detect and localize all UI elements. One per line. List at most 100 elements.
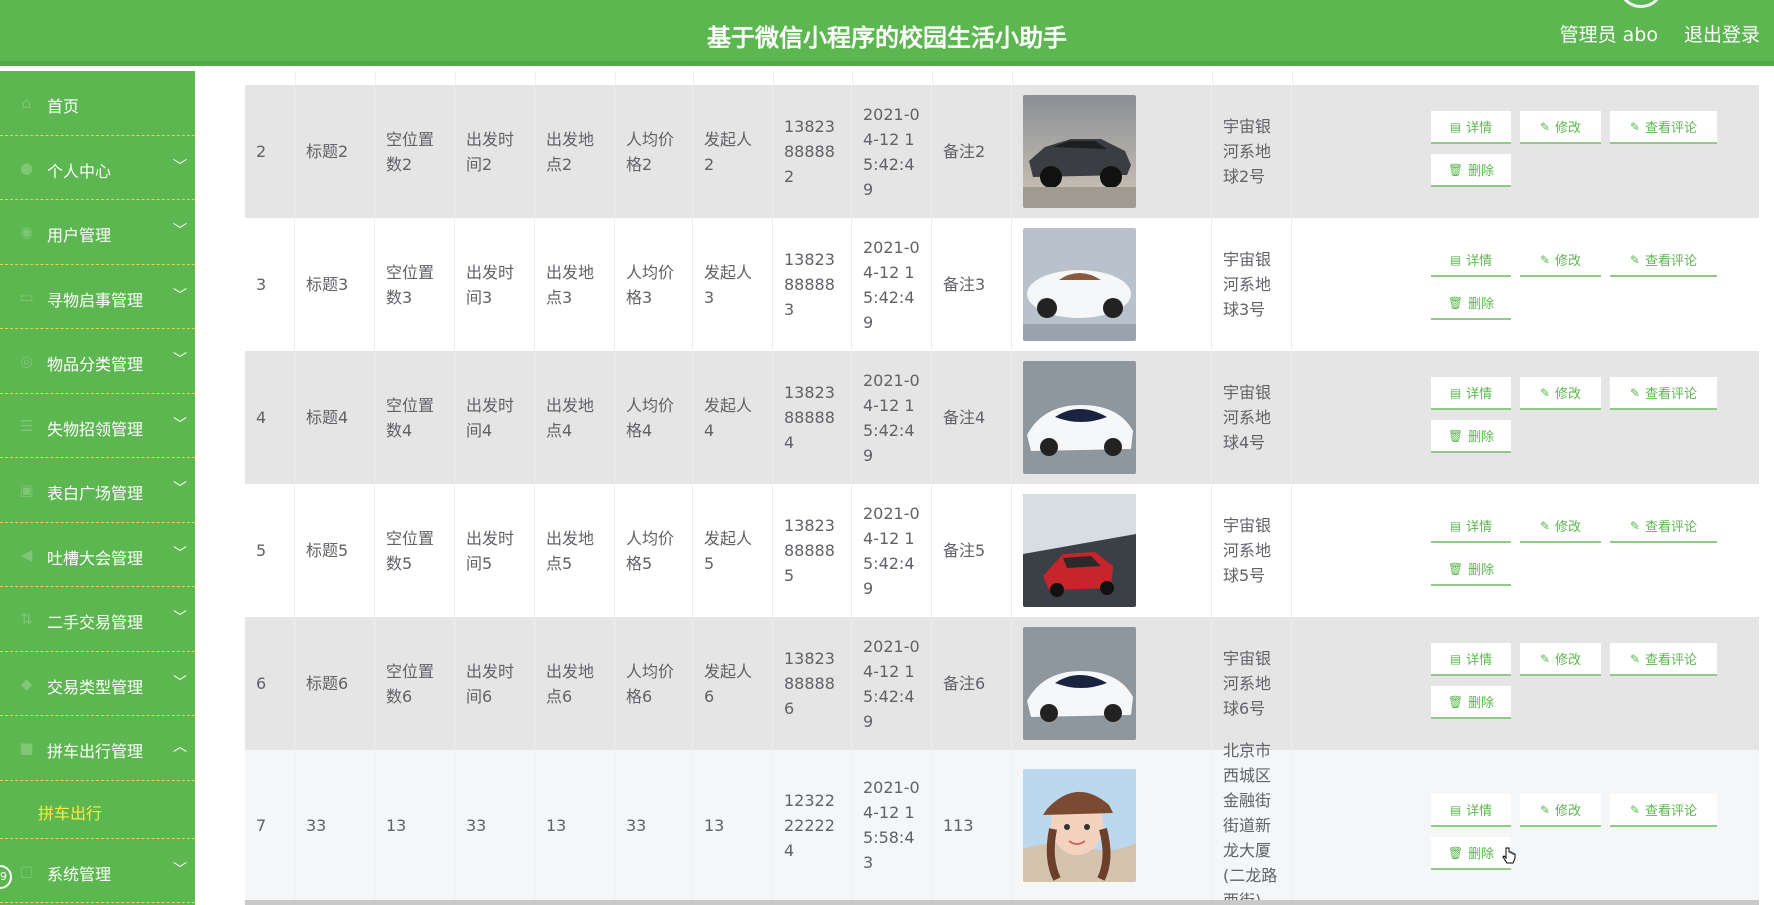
cell-text: 发起人6 bbox=[704, 661, 753, 706]
cell-text: 出发地点2 bbox=[546, 129, 595, 174]
cell-text: 5 bbox=[256, 541, 267, 560]
table-cell-phone: 13823888884 bbox=[773, 351, 852, 484]
table-row: 3 标题3 空位置数3 出发时间3 出发地点3 人均价格3 发起人3 13823888883 2… bbox=[245, 218, 1759, 351]
detail-button[interactable]: ▤ 详情 bbox=[1431, 377, 1511, 410]
table-cell-phone: 13823888885 bbox=[773, 484, 852, 617]
sidebar-item-label: 系统管理 bbox=[47, 864, 112, 884]
delete-button[interactable]: 🗑 删除 bbox=[1431, 837, 1511, 870]
cell-text: 3 bbox=[256, 275, 267, 294]
edit-button[interactable]: ✎ 修改 bbox=[1520, 510, 1601, 543]
car-thumbnail[interactable] bbox=[1023, 768, 1136, 882]
delete-button[interactable]: 🗑 删除 bbox=[1431, 420, 1511, 453]
table-cell-time: 33 bbox=[455, 750, 535, 900]
document-icon: ▤ bbox=[1449, 518, 1462, 533]
view-comments-button[interactable]: ✎ 查看评论 bbox=[1610, 643, 1717, 676]
view-comments-button[interactable]: ✎ 查看评论 bbox=[1610, 377, 1717, 410]
cell-text: 4 bbox=[256, 408, 267, 427]
users-icon: ◉ bbox=[19, 223, 34, 241]
sidebar-item[interactable]: ⇅ 二手交易管理 ﹀ bbox=[0, 587, 195, 652]
table-cell-title: 标题6 bbox=[295, 617, 375, 750]
sidebar-item[interactable]: ▣ 表白广场管理 ﹀ bbox=[0, 458, 195, 523]
cell-text: 发起人5 bbox=[704, 528, 753, 573]
table-cell-address: 宇宙银河系地球3号 bbox=[1212, 218, 1292, 351]
table-cell-image bbox=[1012, 218, 1212, 351]
table-cell-place: 出发地点5 bbox=[535, 484, 615, 617]
table-cell-date: 2021-04-12 15:42:49 bbox=[852, 85, 932, 218]
view-comments-button[interactable]: ✎ 查看评论 bbox=[1610, 794, 1717, 827]
sidebar-item[interactable]: ⌂ 首页 bbox=[0, 71, 195, 136]
sidebar-item[interactable]: ■ 拼车出行管理 ︿ bbox=[0, 716, 195, 781]
sidebar-item[interactable]: ◆ 交易类型管理 ﹀ bbox=[0, 652, 195, 716]
table-cell-address: 宇宙银河系地球5号 bbox=[1212, 484, 1292, 617]
car-thumbnail[interactable] bbox=[1023, 361, 1136, 474]
table-cell-price: 人均价格4 bbox=[615, 351, 693, 484]
detail-button[interactable]: ▤ 详情 bbox=[1431, 244, 1511, 277]
sidebar-item[interactable]: ☰ 失物招领管理 ﹀ bbox=[0, 394, 195, 458]
edit-button[interactable]: ✎ 修改 bbox=[1520, 643, 1601, 676]
cell-text: 出发地点6 bbox=[546, 661, 595, 706]
car-thumbnail[interactable] bbox=[1023, 627, 1136, 740]
edit-button[interactable]: ✎ 修改 bbox=[1520, 377, 1601, 410]
chevron-down-icon: ﹀ bbox=[173, 674, 187, 691]
cell-text: 13 bbox=[386, 815, 407, 835]
table-cell-image bbox=[1012, 484, 1212, 617]
table-cell-address: 宇宙银河系地球6号 bbox=[1212, 617, 1292, 750]
delete-button[interactable]: 🗑 删除 bbox=[1431, 287, 1511, 320]
cell-text: 出发时间6 bbox=[466, 661, 515, 706]
table-cell-place: 13 bbox=[535, 750, 615, 900]
logout-link[interactable]: 退出登录 bbox=[1684, 20, 1760, 47]
edit-button[interactable]: ✎ 修改 bbox=[1520, 111, 1601, 144]
table-cell-place: 出发地点3 bbox=[535, 218, 615, 351]
table-cell-note: 备注3 bbox=[932, 218, 1012, 351]
cell-text: 出发地点3 bbox=[546, 262, 595, 307]
chevron-down-icon: ﹀ bbox=[173, 287, 187, 304]
app-title: 基于微信小程序的校园生活小助手 bbox=[707, 24, 1067, 52]
cell-text: 33 bbox=[306, 815, 327, 835]
sidebar-item-system[interactable]: ▢ 系统管理 ﹀ bbox=[0, 839, 195, 903]
detail-button[interactable]: ▤ 详情 bbox=[1431, 643, 1511, 676]
cell-text: 宇宙银河系地球3号 bbox=[1223, 250, 1272, 319]
sidebar-item[interactable]: ● 个人中心 ﹀ bbox=[0, 136, 195, 200]
cell-text: 出发时间4 bbox=[466, 395, 515, 440]
detail-button[interactable]: ▤ 详情 bbox=[1431, 510, 1511, 543]
table-row: 6 标题6 空位置数6 出发时间6 出发地点6 人均价格6 发起人6 13823888886 2… bbox=[245, 617, 1759, 750]
edit-button[interactable]: ✎ 修改 bbox=[1520, 244, 1601, 277]
sidebar-item-label: 首页 bbox=[47, 97, 80, 116]
tag-icon: ◆ bbox=[20, 674, 33, 693]
row-actions: ▤ 详情 ✎ 修改 ✎ 查看评论 🗑 删除 bbox=[1431, 351, 1731, 484]
system-icon: ▢ bbox=[19, 861, 34, 880]
row-actions: ▤ 详情 ✎ 修改 ✎ 查看评论 🗑 删除 bbox=[1431, 750, 1731, 900]
table-cell-phone: 13823888883 bbox=[773, 218, 852, 351]
edit-button[interactable]: ✎ 修改 bbox=[1520, 794, 1601, 827]
sidebar-item[interactable]: ◀ 吐槽大会管理 ﹀ bbox=[0, 523, 195, 587]
cell-text: 2021-04-12 15:42:49 bbox=[863, 503, 920, 598]
car-icon: ■ bbox=[19, 739, 34, 757]
table-cell-time: 出发时间5 bbox=[455, 484, 535, 617]
detail-button[interactable]: ▤ 详情 bbox=[1431, 111, 1511, 144]
view-comments-button[interactable]: ✎ 查看评论 bbox=[1610, 244, 1717, 277]
table-cell-id: 5 bbox=[245, 484, 295, 617]
sidebar-item[interactable]: ◉ 用户管理 ﹀ bbox=[0, 200, 195, 265]
table-cell-note: 113 bbox=[932, 750, 1012, 900]
delete-button[interactable]: 🗑 删除 bbox=[1431, 686, 1511, 719]
detail-button[interactable]: ▤ 详情 bbox=[1431, 794, 1511, 827]
view-comments-button[interactable]: ✎ 查看评论 bbox=[1610, 111, 1717, 144]
table-cell-title: 标题3 bbox=[295, 218, 375, 351]
car-thumbnail[interactable] bbox=[1023, 494, 1136, 607]
car-thumbnail[interactable] bbox=[1023, 228, 1136, 341]
sidebar-subitem-carpool[interactable]: 拼车出行 bbox=[0, 781, 195, 839]
car-thumbnail[interactable] bbox=[1023, 95, 1136, 208]
horizontal-scrollbar[interactable] bbox=[245, 900, 1759, 905]
sidebar-item[interactable]: ▭ 寻物启事管理 ﹀ bbox=[0, 265, 195, 329]
sidebar-item-label: 吐槽大会管理 bbox=[47, 548, 144, 568]
cell-text: 标题5 bbox=[306, 541, 349, 560]
delete-button[interactable]: 🗑 删除 bbox=[1431, 553, 1511, 586]
sidebar-item-label: 寻物启事管理 bbox=[47, 290, 144, 310]
delete-button[interactable]: 🗑 删除 bbox=[1431, 154, 1511, 187]
table-cell-starter: 发起人2 bbox=[693, 85, 773, 218]
admin-username: 管理员 abo bbox=[1559, 24, 1658, 46]
avatar[interactable] bbox=[1618, 0, 1664, 8]
pencil-icon: ✎ bbox=[1629, 518, 1641, 533]
sidebar-item[interactable]: ◎ 物品分类管理 ﹀ bbox=[0, 329, 195, 394]
view-comments-button[interactable]: ✎ 查看评论 bbox=[1610, 510, 1717, 543]
